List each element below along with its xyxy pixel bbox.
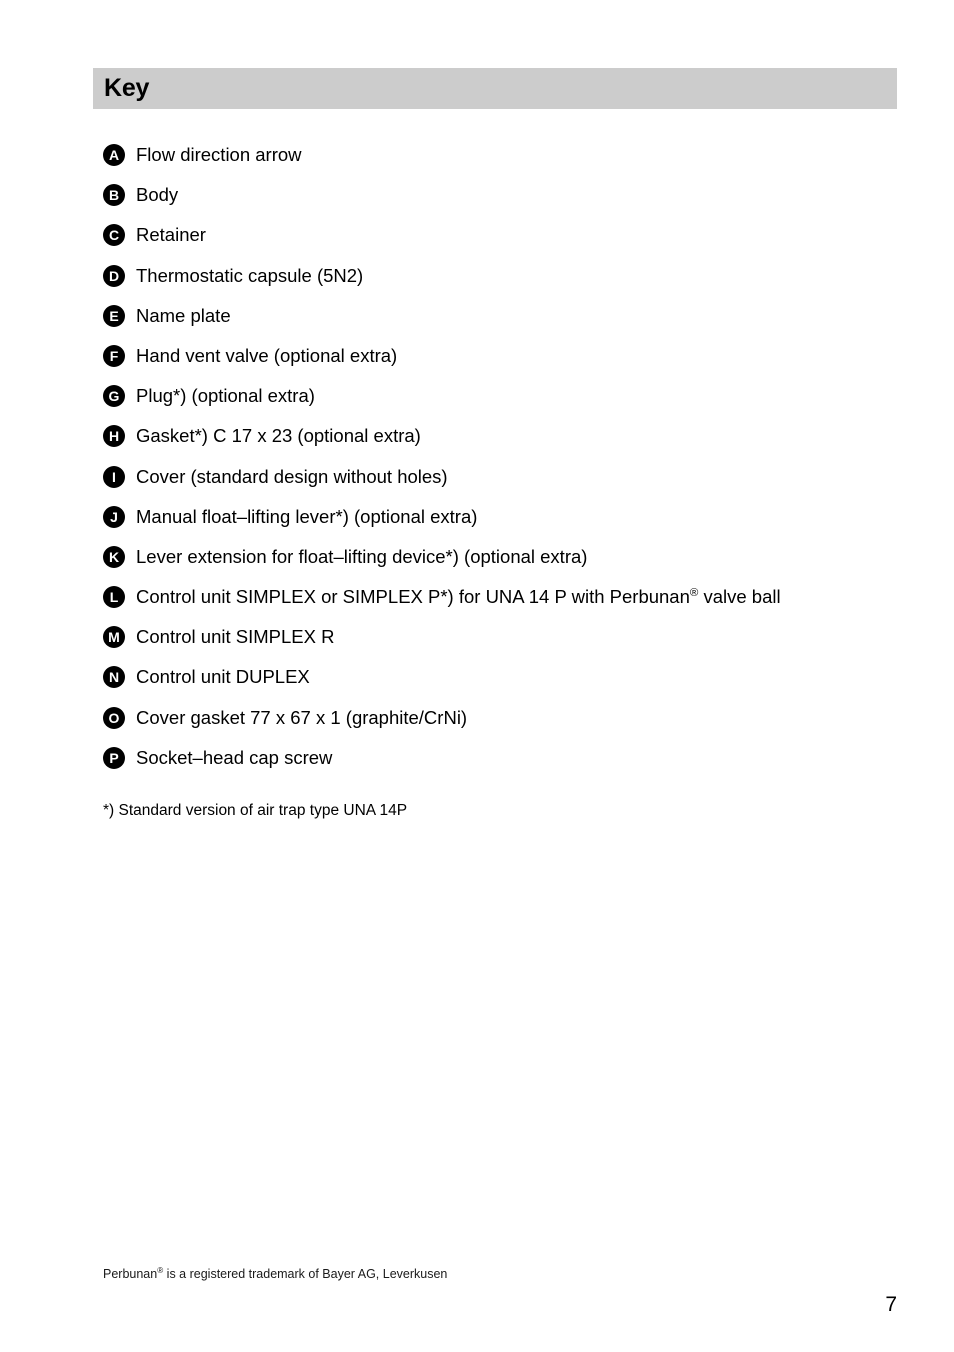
key-item-label: Cover gasket 77 x 67 x 1 (graphite/CrNi) (136, 706, 468, 728)
key-marker-icon: K (103, 545, 125, 568)
list-item: G Plug*) (optional extra) (103, 383, 903, 423)
key-marker-icon: N (103, 666, 125, 689)
key-marker-icon: P (103, 746, 125, 769)
key-item-label: Lever extension for float–lifting device… (136, 545, 588, 567)
key-marker-icon: I (103, 465, 125, 488)
list-item: E Name plate (103, 303, 903, 343)
key-item-label: Control unit SIMPLEX or SIMPLEX P*) for … (136, 584, 903, 610)
key-marker-icon: A (103, 144, 125, 166)
key-item-label-pre: Control unit SIMPLEX or SIMPLEX P*) for … (136, 586, 690, 608)
list-item: M Control unit SIMPLEX R (103, 624, 903, 664)
list-item: D Thermostatic capsule (5N2) (103, 263, 903, 303)
key-marker-icon: M (103, 626, 125, 649)
key-marker-icon: H (103, 425, 125, 448)
key-marker-icon: J (103, 505, 125, 528)
list-item: P Socket–head cap screw (103, 745, 903, 785)
list-item: I Cover (standard design without holes) (103, 464, 903, 504)
key-item-label: Manual float–lifting lever*) (optional e… (136, 505, 478, 527)
key-marker-icon: L (103, 586, 125, 609)
key-item-label: Thermostatic capsule (5N2) (136, 264, 364, 286)
list-item: K Lever extension for float–lifting devi… (103, 544, 903, 584)
trademark-note: Perbunan® is a registered trademark of B… (103, 1266, 447, 1283)
key-item-label: Body (136, 184, 179, 206)
list-item: B Body (103, 182, 903, 222)
document-page: Key A Flow direction arrow B Body C Reta… (0, 0, 954, 1352)
list-item: O Cover gasket 77 x 67 x 1 (graphite/CrN… (103, 705, 903, 745)
list-item: J Manual float–lifting lever*) (optional… (103, 504, 903, 544)
key-marker-icon: C (103, 224, 125, 247)
key-marker-icon: B (103, 184, 125, 207)
key-marker-icon: F (103, 344, 125, 367)
list-item: H Gasket*) C 17 x 23 (optional extra) (103, 423, 903, 463)
key-item-label: Cover (standard design without holes) (136, 465, 448, 487)
trademark-note-post: is a registered trademark of Bayer AG, L… (163, 1267, 448, 1281)
key-item-label: Name plate (136, 304, 231, 326)
key-item-label: Flow direction arrow (136, 144, 302, 165)
key-item-label: Control unit SIMPLEX R (136, 626, 335, 648)
list-item: N Control unit DUPLEX (103, 664, 903, 704)
key-marker-icon: E (103, 304, 125, 327)
key-marker-icon: G (103, 385, 125, 408)
key-item-label: Retainer (136, 224, 206, 246)
list-item: A Flow direction arrow (103, 142, 903, 182)
page-title: Key (104, 73, 150, 102)
key-item-label-post: valve ball (698, 586, 781, 608)
footnote-text: *) Standard version of air trap type UNA… (103, 802, 408, 819)
key-list: A Flow direction arrow B Body C Retainer… (103, 142, 903, 785)
key-item-label: Socket–head cap screw (136, 746, 333, 768)
list-item: L Control unit SIMPLEX or SIMPLEX P*) fo… (103, 584, 903, 624)
key-marker-icon: O (103, 706, 125, 729)
key-item-label: Hand vent valve (optional extra) (136, 344, 398, 366)
list-item: F Hand vent valve (optional extra) (103, 343, 903, 383)
list-item: C Retainer (103, 222, 903, 262)
page-number: 7 (885, 1293, 897, 1316)
key-item-label: Gasket*) C 17 x 23 (optional extra) (136, 425, 421, 447)
key-section-header: Key (93, 68, 897, 109)
key-item-label: Plug*) (optional extra) (136, 385, 315, 407)
trademark-note-pre: Perbunan (103, 1267, 158, 1281)
key-marker-icon: D (103, 264, 125, 287)
key-item-label: Control unit DUPLEX (136, 666, 310, 688)
